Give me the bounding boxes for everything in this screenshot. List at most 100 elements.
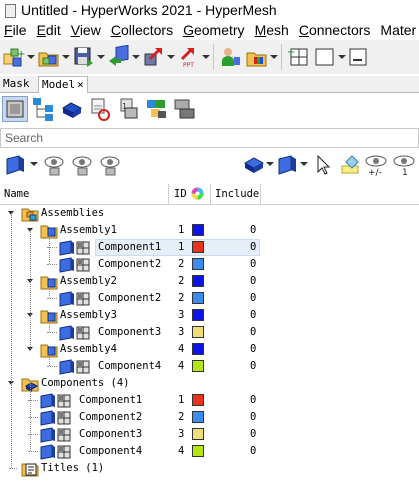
component-icon: [40, 444, 71, 460]
menu-mesh[interactable]: Mesh: [251, 22, 295, 38]
menu-mater[interactable]: Mater: [376, 22, 419, 38]
component-icon: [59, 291, 90, 307]
menu-edit[interactable]: Edit: [33, 22, 67, 38]
pointer-select-button[interactable]: [312, 153, 336, 177]
window-title: Untitled - HyperWorks 2021 - HyperMesh: [21, 2, 277, 18]
close-icon[interactable]: ×: [77, 78, 84, 91]
chevron-down-icon[interactable]: [30, 162, 38, 170]
menu-geometry[interactable]: Geometry: [179, 22, 250, 38]
color-swatch[interactable]: [192, 343, 204, 355]
add-panel-icon: +: [287, 45, 311, 69]
hide-button[interactable]: [70, 153, 94, 177]
chevron-down-icon[interactable]: [97, 53, 105, 61]
chevron-down-icon[interactable]: [167, 53, 175, 61]
color-swatch[interactable]: [192, 224, 204, 236]
column-include-header[interactable]: Include: [215, 188, 259, 200]
chevron-down-icon[interactable]: [202, 53, 210, 61]
main-toolbar: + PPT +: [0, 40, 419, 74]
tree-row[interactable]: Component4 4 0: [0, 358, 419, 375]
export-button[interactable]: [142, 42, 175, 72]
tree-row[interactable]: Component3 3 0: [0, 426, 419, 443]
tree-item-id: 4: [178, 343, 185, 355]
component-display-button[interactable]: [276, 153, 300, 177]
tree-row[interactable]: Assembly4 4 0: [0, 341, 419, 358]
user-profile-button[interactable]: [219, 42, 243, 72]
menu-view[interactable]: View: [67, 22, 107, 38]
color-wheel-icon[interactable]: [191, 187, 204, 203]
column-id-header[interactable]: ID: [174, 188, 187, 200]
color-swatch[interactable]: [192, 292, 204, 304]
properties-view-button[interactable]: [88, 96, 114, 122]
tree-row[interactable]: Component2 2 0: [0, 409, 419, 426]
tree-item-id: 1: [178, 224, 185, 236]
tree-row[interactable]: Component1 1 0: [0, 239, 419, 256]
chevron-down-icon[interactable]: [338, 53, 346, 61]
isolate-button[interactable]: [98, 153, 122, 177]
export-ppt-button[interactable]: PPT: [177, 42, 210, 72]
import-button[interactable]: [107, 42, 140, 72]
folder-icon: [21, 208, 39, 222]
color-swatch[interactable]: [192, 275, 204, 287]
component-filter-button[interactable]: [4, 153, 28, 177]
chevron-down-icon[interactable]: [62, 53, 70, 61]
tree-row[interactable]: Component2 2 0: [0, 256, 419, 273]
column-name-header[interactable]: Name: [4, 188, 29, 200]
open-model-button[interactable]: [37, 42, 70, 72]
chevron-down-icon[interactable]: [270, 53, 278, 61]
color-swatch[interactable]: [192, 326, 204, 338]
menu-connectors[interactable]: Connectors: [295, 22, 377, 38]
color-swatch[interactable]: [192, 394, 204, 406]
chevron-down-icon[interactable]: [132, 53, 140, 61]
tree-item-label: Assembly4: [60, 343, 117, 355]
materials-view-button[interactable]: [60, 96, 86, 122]
tree-row[interactable]: Component1 1 0: [0, 392, 419, 409]
menu-file[interactable]: File: [0, 22, 33, 38]
menu-label: eometry: [193, 22, 245, 38]
tree-item-label: Component4: [98, 360, 162, 372]
tree-row[interactable]: Titles (1): [0, 460, 419, 477]
sets-view-button[interactable]: 1: [116, 96, 142, 122]
color-swatch[interactable]: [192, 360, 204, 372]
highlight-button[interactable]: [338, 153, 362, 177]
tree-row[interactable]: Assemblies: [0, 205, 419, 222]
groups-view-button[interactable]: [144, 96, 170, 122]
tree-row[interactable]: Component4 4 0: [0, 443, 419, 460]
minimize-layout-button[interactable]: [348, 42, 372, 72]
color-swatch[interactable]: [192, 445, 204, 457]
color-swatch[interactable]: [192, 258, 204, 270]
chevron-down-icon[interactable]: [300, 162, 308, 170]
model-tree: Assemblies Assembly1 1 0 Component1 1 0 Compone…: [0, 205, 419, 494]
menu-collectors[interactable]: Collectors: [107, 22, 179, 38]
chevron-down-icon[interactable]: [266, 162, 274, 170]
contacts-view-button[interactable]: [172, 96, 198, 122]
new-component-button[interactable]: +: [2, 42, 35, 72]
search-input[interactable]: Search: [0, 128, 419, 148]
show-button[interactable]: [42, 153, 66, 177]
components-view-button[interactable]: [2, 96, 28, 122]
tree-row[interactable]: Assembly1 1 0: [0, 222, 419, 239]
tree-row[interactable]: Component2 2 0: [0, 290, 419, 307]
tree-connector: [30, 383, 31, 451]
tree-item-id: 2: [178, 411, 185, 423]
show-level-button[interactable]: 1: [392, 153, 416, 178]
tree-item-label: Component2: [79, 411, 143, 423]
add-view-button[interactable]: +: [287, 42, 311, 72]
component-icon: [40, 427, 71, 443]
hierarchy-view-button[interactable]: [31, 96, 57, 122]
expand-collapse-button[interactable]: +/-: [364, 153, 388, 178]
tree-row[interactable]: Components (4): [0, 375, 419, 392]
tree-row[interactable]: Component3 3 0: [0, 324, 419, 341]
materials-folder-button[interactable]: [245, 42, 278, 72]
chevron-down-icon[interactable]: [27, 53, 35, 61]
tree-row[interactable]: Assembly2 2 0: [0, 273, 419, 290]
window-layout-button[interactable]: [313, 42, 346, 72]
tree-row[interactable]: Assembly3 3 0: [0, 307, 419, 324]
tab-model[interactable]: Model ×: [38, 76, 88, 93]
color-swatch[interactable]: [192, 241, 204, 253]
color-swatch[interactable]: [192, 309, 204, 321]
color-swatch[interactable]: [192, 428, 204, 440]
tab-mask[interactable]: Mask: [0, 76, 33, 91]
save-button[interactable]: [72, 42, 105, 72]
solid-display-button[interactable]: [242, 153, 266, 177]
color-swatch[interactable]: [192, 411, 204, 423]
